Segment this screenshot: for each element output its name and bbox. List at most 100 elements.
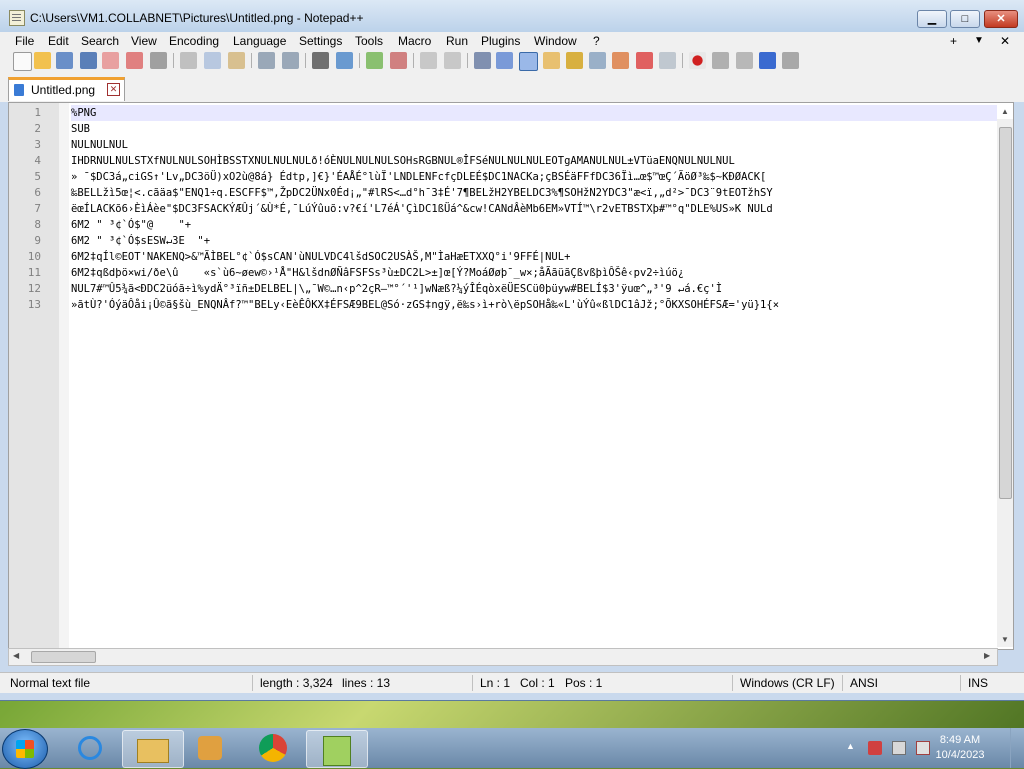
menu-tools[interactable]: Tools xyxy=(354,33,384,49)
menu-plugins[interactable]: Plugins xyxy=(480,33,521,49)
line-number: 10 xyxy=(27,250,41,263)
scroll-down-icon[interactable]: ▼ xyxy=(1001,635,1009,644)
udl-icon[interactable] xyxy=(543,52,560,69)
word-wrap-icon[interactable] xyxy=(474,52,491,69)
internet-explorer-icon xyxy=(78,736,102,760)
paste-icon[interactable] xyxy=(228,52,245,69)
undo-icon[interactable] xyxy=(258,52,275,69)
status-insert-mode[interactable]: INS xyxy=(968,676,988,690)
taskbar-app[interactable] xyxy=(306,730,368,768)
maximize-button[interactable]: □ xyxy=(950,10,980,28)
close-icon[interactable] xyxy=(102,52,119,69)
tab-untitled-png[interactable]: Untitled.png ✕ xyxy=(8,77,125,101)
tab-list-dropdown-icon[interactable]: ▼ xyxy=(974,33,984,49)
start-button[interactable] xyxy=(2,729,48,769)
minimize-button[interactable]: ▁ xyxy=(917,10,947,28)
menu-settings[interactable]: Settings xyxy=(298,33,343,49)
close-icon: ✕ xyxy=(996,13,1006,25)
close-all-icon[interactable] xyxy=(126,52,143,69)
sync-vertical-icon[interactable] xyxy=(420,52,437,69)
zoom-in-icon[interactable] xyxy=(366,52,383,69)
eye-icon[interactable] xyxy=(659,52,676,69)
menu-language[interactable]: Language xyxy=(232,33,287,49)
menu-search[interactable]: Search xyxy=(80,33,120,49)
cut-icon[interactable] xyxy=(180,52,197,69)
title-bar[interactable]: C:\Users\VM1.COLLABNET\Pictures\Untitled… xyxy=(0,0,1024,32)
taskbar-app[interactable] xyxy=(182,730,242,766)
line-number: 13 xyxy=(27,298,41,311)
menu-edit[interactable]: Edit xyxy=(47,33,70,49)
editor-area[interactable]: 1 2 3 4 5 6 7 8 9 10 11 12 13 %PNG SUB N… xyxy=(8,102,1014,650)
horizontal-scrollbar[interactable]: ◀ ▶ xyxy=(8,648,998,666)
record-macro-icon[interactable] xyxy=(689,52,706,69)
zoom-out-icon[interactable] xyxy=(390,52,407,69)
status-length: length : 3,324 xyxy=(260,676,333,690)
chrome-icon xyxy=(259,734,287,762)
volume-muted-icon[interactable] xyxy=(916,741,930,755)
replace-icon[interactable] xyxy=(336,52,353,69)
new-tab-plus-icon[interactable]: + xyxy=(950,33,957,49)
system-clock[interactable]: 8:49 AM 10/4/2023 xyxy=(935,733,985,763)
menu-run[interactable]: Run xyxy=(445,33,469,49)
menu-view[interactable]: View xyxy=(130,33,158,49)
maximize-icon: □ xyxy=(961,13,969,25)
redo-icon[interactable] xyxy=(282,52,299,69)
monitor-icon[interactable] xyxy=(636,52,653,69)
save-icon[interactable] xyxy=(56,52,73,69)
scroll-right-icon[interactable]: ▶ xyxy=(984,651,990,660)
text-content[interactable]: %PNG SUB NULNULNUL IHDRNULNULSTXfNULNULS… xyxy=(71,103,997,649)
run-macro-multiple-icon[interactable] xyxy=(759,52,776,69)
line-number: 2 xyxy=(34,122,41,135)
vertical-scrollbar[interactable]: ▲ ▼ xyxy=(997,107,1013,647)
folder-workspace-icon[interactable] xyxy=(612,52,629,69)
status-col: Col : 1 xyxy=(520,676,555,690)
function-list-icon[interactable] xyxy=(589,52,606,69)
show-all-chars-icon[interactable] xyxy=(496,52,513,69)
file-saved-icon xyxy=(14,84,24,96)
print-icon[interactable] xyxy=(150,52,167,69)
scroll-up-icon[interactable]: ▲ xyxy=(1001,107,1009,116)
menu-encoding[interactable]: Encoding xyxy=(168,33,220,49)
line-number-gutter: 1 2 3 4 5 6 7 8 9 10 11 12 13 xyxy=(9,103,69,649)
taskbar-app[interactable] xyxy=(122,730,184,768)
status-eol[interactable]: Windows (CR LF) xyxy=(740,676,835,690)
close-document-icon[interactable]: ✕ xyxy=(1000,33,1010,49)
show-desktop-button[interactable] xyxy=(1010,728,1024,768)
action-center-icon[interactable] xyxy=(868,741,882,755)
close-button[interactable]: ✕ xyxy=(984,10,1018,28)
line-number: 7 xyxy=(34,202,41,215)
menu-help[interactable]: ? xyxy=(592,33,601,49)
play-macro-icon[interactable] xyxy=(736,52,753,69)
network-icon[interactable] xyxy=(892,741,906,755)
status-encoding[interactable]: ANSI xyxy=(850,676,878,690)
vertical-scroll-thumb[interactable] xyxy=(999,127,1012,499)
doc-map-icon[interactable] xyxy=(566,52,583,69)
line-number: 9 xyxy=(34,234,41,247)
taskbar-app[interactable] xyxy=(244,730,304,766)
new-file-icon[interactable] xyxy=(13,52,32,71)
menu-file[interactable]: File xyxy=(14,33,35,49)
menu-window[interactable]: Window xyxy=(533,33,578,49)
sync-horizontal-icon[interactable] xyxy=(444,52,461,69)
menu-macro[interactable]: Macro xyxy=(397,33,432,49)
minimize-icon: ▁ xyxy=(927,13,937,25)
scroll-left-icon[interactable]: ◀ xyxy=(13,651,19,660)
code-line: SUB xyxy=(71,123,90,135)
open-file-icon[interactable] xyxy=(34,52,51,69)
toolbar-separator xyxy=(413,53,414,68)
save-macro-icon[interactable] xyxy=(782,52,799,69)
copy-icon[interactable] xyxy=(204,52,221,69)
status-ln: Ln : 1 xyxy=(480,676,511,690)
horizontal-scroll-thumb[interactable] xyxy=(31,651,96,663)
stop-record-icon[interactable] xyxy=(712,52,729,69)
taskbar-app[interactable] xyxy=(62,730,122,766)
tab-close-icon[interactable]: ✕ xyxy=(107,83,120,96)
taskbar: ▲ 8:49 AM 10/4/2023 xyxy=(0,728,1024,769)
save-all-icon[interactable] xyxy=(80,52,97,69)
find-icon[interactable] xyxy=(312,52,329,69)
clock-date: 10/4/2023 xyxy=(935,749,985,761)
show-hidden-icons[interactable]: ▲ xyxy=(846,741,860,755)
notepad-app-icon[interactable] xyxy=(9,10,25,26)
indent-guide-icon[interactable] xyxy=(519,52,538,71)
clock-time: 8:49 AM xyxy=(939,734,981,746)
